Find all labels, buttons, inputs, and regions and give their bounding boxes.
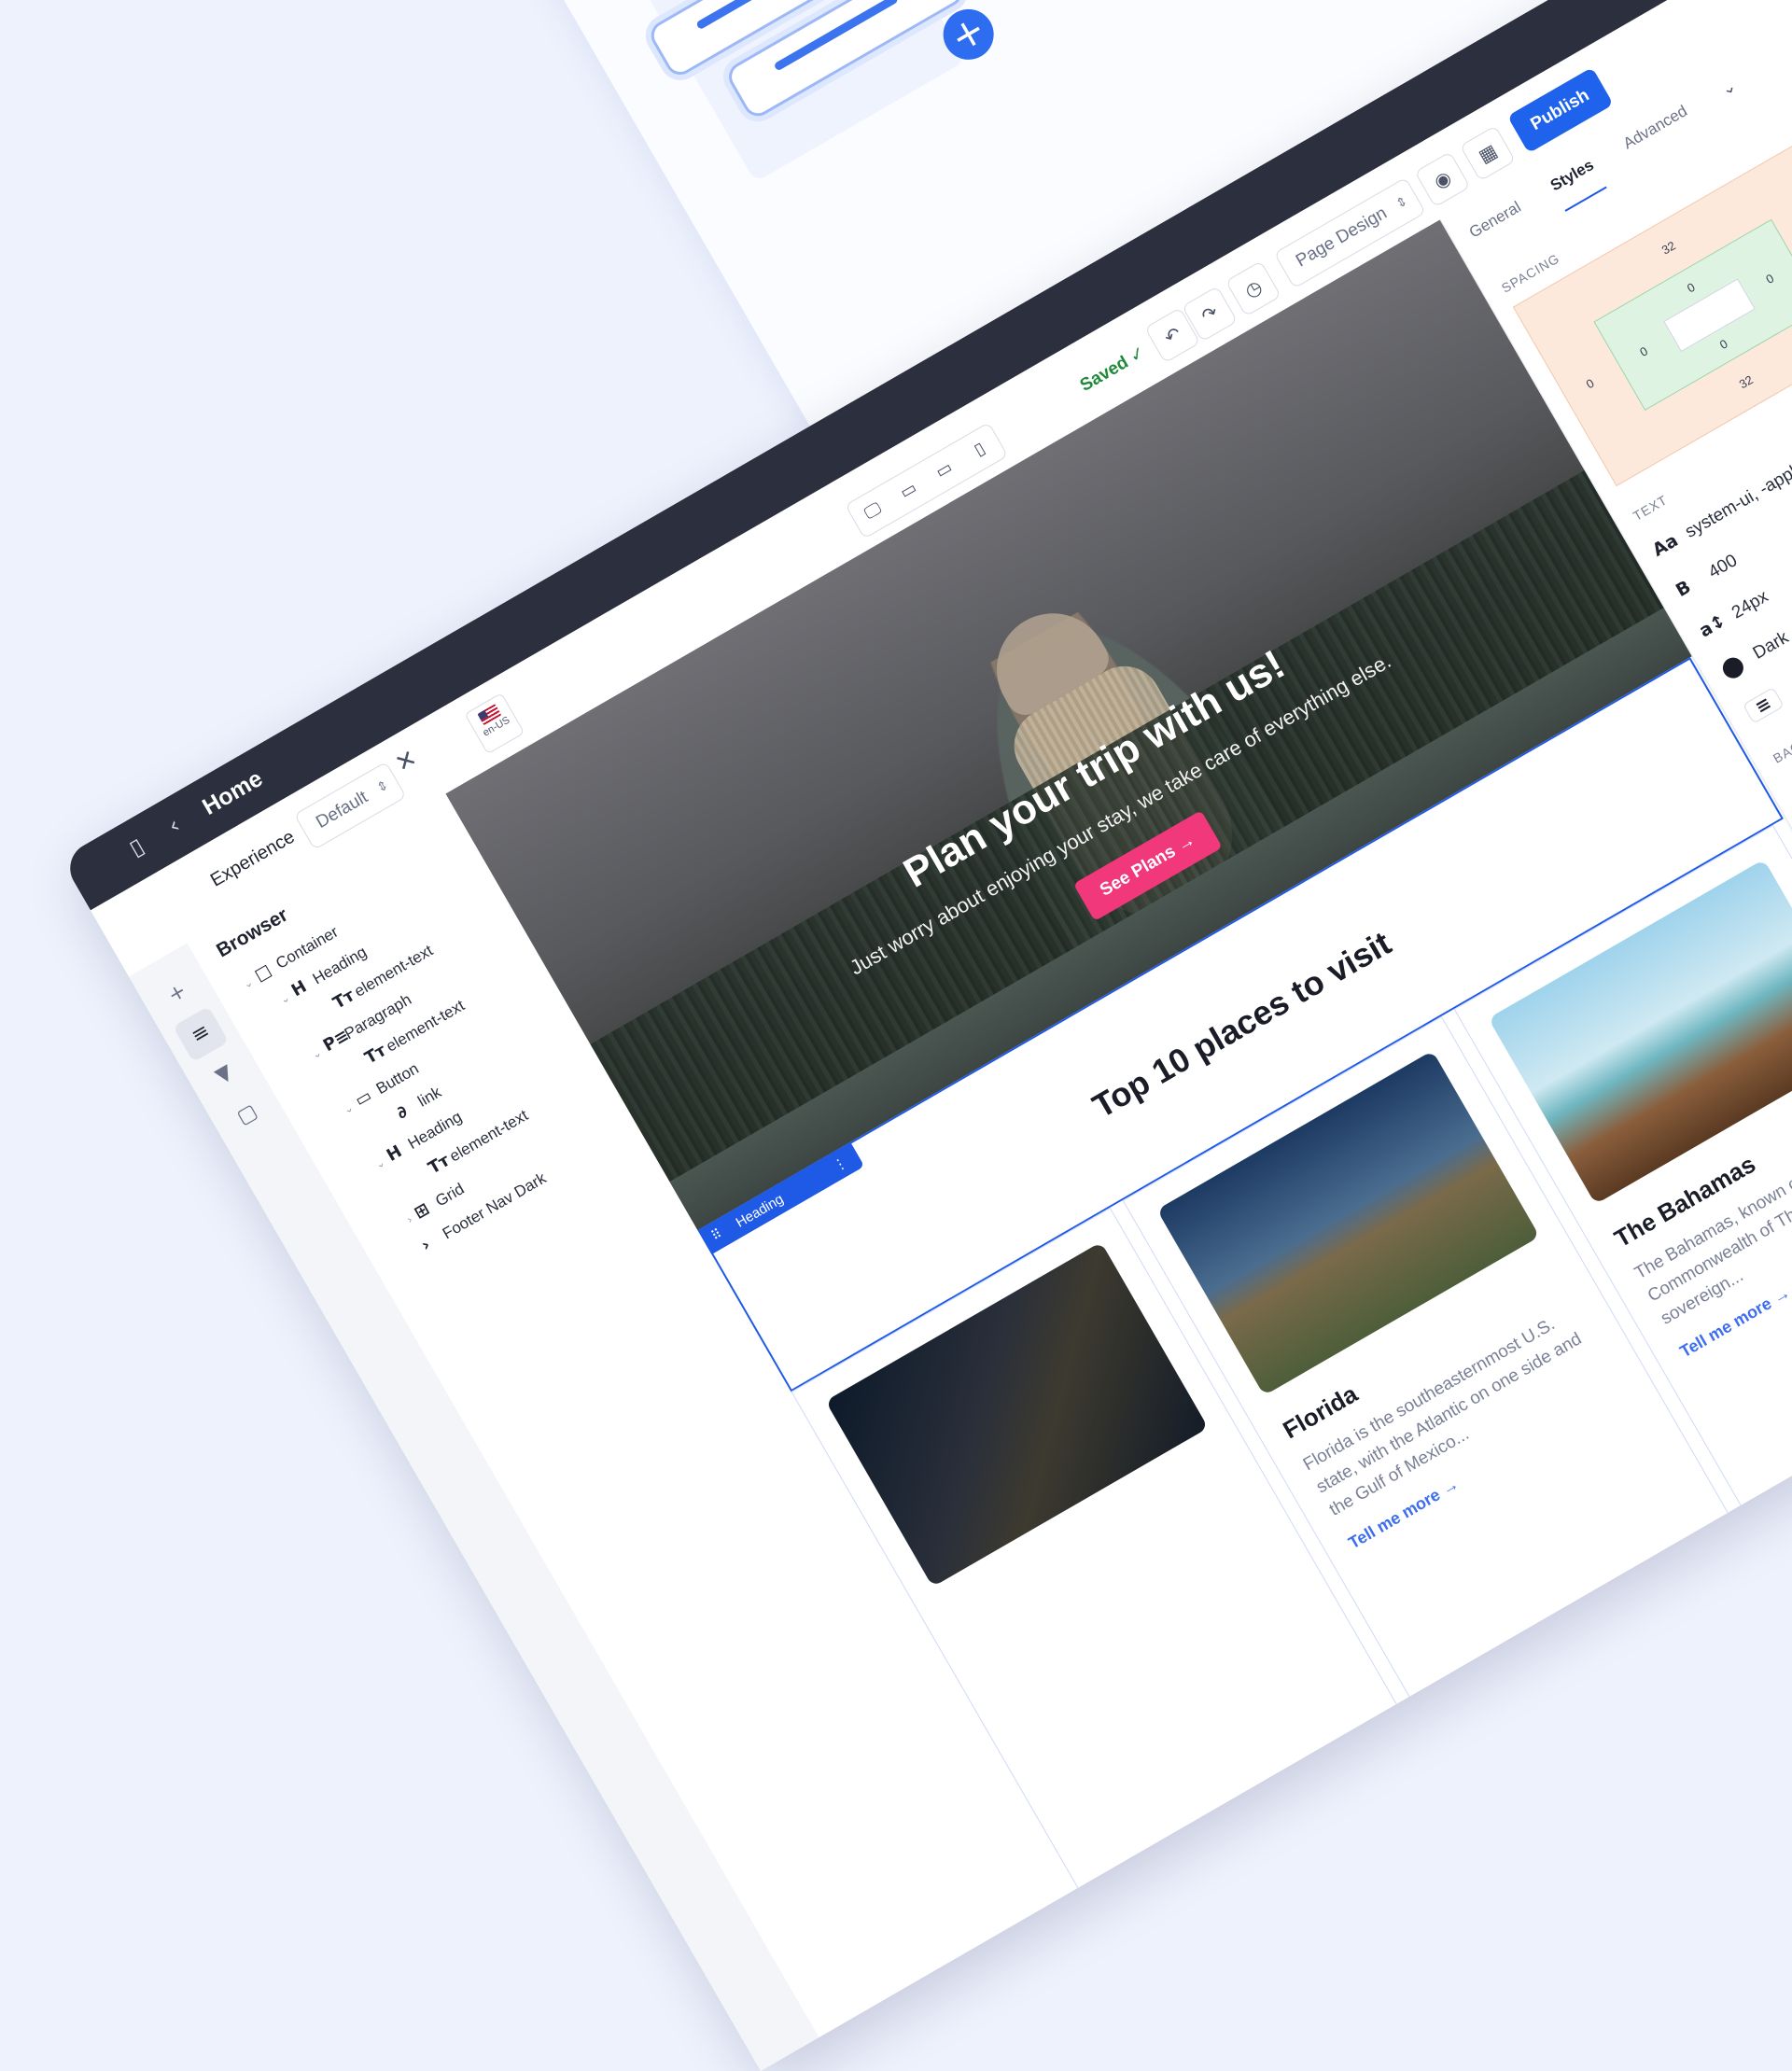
- collapse-caret-icon: ⌄: [372, 1155, 388, 1172]
- chevron-updown-icon: ⇕: [1393, 193, 1411, 213]
- margin-left-value[interactable]: 0: [1584, 376, 1597, 392]
- collapse-caret-icon: ⌄: [341, 1100, 357, 1117]
- font-family-value: system-ui, -apple: [1682, 457, 1792, 542]
- check-circle-icon: ✓: [1126, 343, 1150, 368]
- tab-styles[interactable]: Styles: [1547, 155, 1607, 212]
- tab-advanced[interactable]: Advanced: [1620, 102, 1700, 169]
- background-label: BAC: [1770, 738, 1792, 766]
- font-size-row[interactable]: a↕24px: [1696, 586, 1772, 643]
- padding-right-value[interactable]: 0: [1763, 271, 1776, 287]
- padding-top-value[interactable]: 0: [1685, 280, 1698, 296]
- margin-bottom-value[interactable]: 32: [1737, 372, 1756, 391]
- color-swatch: [1718, 653, 1747, 682]
- font-size-value: 24px: [1729, 586, 1772, 623]
- arrow-right-icon: →: [1769, 1282, 1792, 1308]
- drag-handle-icon[interactable]: ⠿: [706, 1221, 728, 1250]
- collapse-caret-icon: ⌄: [240, 974, 256, 992]
- chevron-updown-icon: ⇕: [374, 777, 392, 796]
- margin-top-value[interactable]: 32: [1659, 238, 1678, 257]
- collapse-caret-icon: ⌄: [277, 990, 293, 1007]
- tree-item-label: Button: [372, 1059, 422, 1098]
- text-label: TEXT: [1630, 492, 1671, 524]
- text-color-value: Dark: [1749, 627, 1792, 664]
- arrow-right-icon: →: [1437, 1474, 1463, 1500]
- content-box: [1663, 278, 1756, 353]
- font-weight-row[interactable]: B400: [1673, 550, 1742, 602]
- padding-editor[interactable]: 0 0 0 0: [1593, 218, 1792, 411]
- saved-label: Saved: [1076, 352, 1132, 396]
- tab-general[interactable]: General: [1466, 198, 1533, 259]
- font-family-row[interactable]: Aasystem-ui, -apple: [1649, 456, 1792, 561]
- align-left-icon[interactable]: ≡: [1742, 686, 1785, 724]
- collapse-caret-icon: ⌄: [309, 1045, 325, 1062]
- padding-left-value[interactable]: 0: [1637, 343, 1650, 359]
- text-color-row[interactable]: Dark: [1718, 627, 1792, 682]
- padding-bottom-value[interactable]: 0: [1717, 336, 1730, 352]
- panel-toggle-icon[interactable]: ▯: [125, 833, 148, 861]
- experience-select-value: Default: [313, 787, 371, 833]
- expand-caret-icon: ›: [404, 1212, 415, 1227]
- preview-button[interactable]: ◉: [1414, 151, 1471, 208]
- text-align-row[interactable]: ≡: [1742, 686, 1785, 724]
- history-button[interactable]: ◷: [1225, 260, 1281, 317]
- save-template-button[interactable]: ▦: [1459, 125, 1517, 182]
- experience-label: Experience: [206, 826, 299, 891]
- saved-status: Saved ✓: [1076, 342, 1149, 397]
- chevron-down-icon[interactable]: ⌄: [1717, 76, 1740, 100]
- back-icon[interactable]: ‹: [163, 812, 184, 839]
- more-options-icon[interactable]: ⋮: [830, 1154, 850, 1175]
- arrow-right-icon: →: [1173, 830, 1199, 857]
- locale-selector[interactable]: en-US: [464, 693, 525, 755]
